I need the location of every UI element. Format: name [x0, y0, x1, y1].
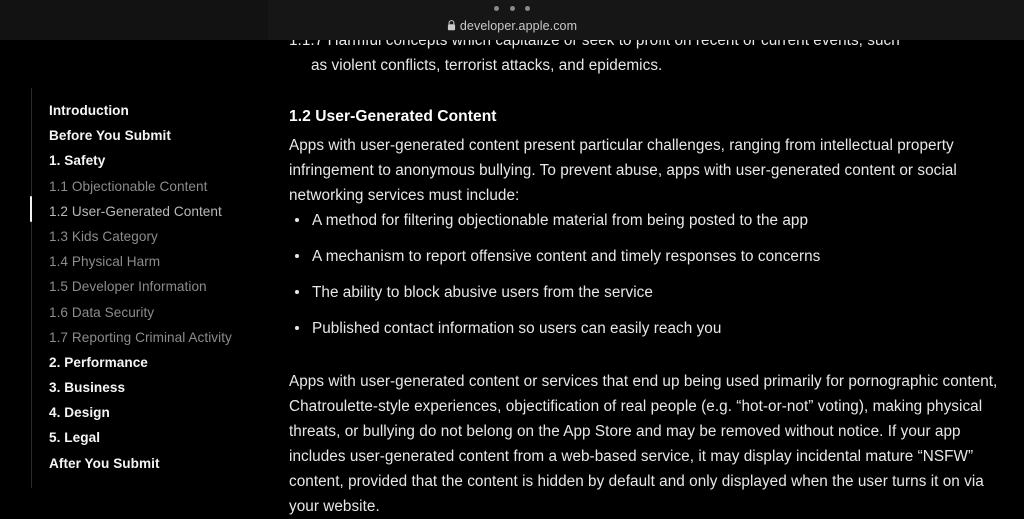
- main-content: 1.1.7 Harmful concepts which capitalize …: [289, 0, 999, 515]
- sidebar-item[interactable]: Before You Submit: [49, 123, 264, 148]
- closing-paragraph: Apps with user-generated content or serv…: [289, 373, 998, 516]
- sidebar-item[interactable]: Introduction: [49, 98, 264, 123]
- sidebar-rail: [31, 88, 32, 488]
- page-title: 1.2 User-Generated Content: [289, 107, 497, 125]
- requirements-list: A method for filtering objectionable mat…: [289, 208, 989, 352]
- list-item: A method for filtering objectionable mat…: [289, 208, 989, 233]
- window-controls[interactable]: [0, 6, 1024, 11]
- list-item: The ability to block abusive users from …: [289, 280, 989, 305]
- url-text: developer.apple.com: [459, 19, 578, 33]
- sidebar-item[interactable]: 1.7 Reporting Criminal Activity: [49, 325, 264, 350]
- sidebar-active-indicator: [30, 196, 32, 222]
- sidebar-item[interactable]: 1.1 Objectionable Content: [49, 174, 264, 199]
- clipped-line-2: as violent conflicts, terrorist attacks,…: [311, 57, 663, 74]
- list-item-label: A method for filtering objectionable mat…: [312, 212, 809, 229]
- sidebar-item[interactable]: 2. Performance: [49, 350, 264, 375]
- intro-paragraph: Apps with user-generated content present…: [289, 137, 957, 205]
- sidebar-item-list: Introduction Before You Submit 1. Safety 1.…: [49, 98, 264, 476]
- list-item-label: A mechanism to report offensive content …: [312, 248, 821, 265]
- sidebar-item[interactable]: 1.3 Kids Category: [49, 224, 264, 249]
- list-item-label: Published contact information so users c…: [312, 320, 722, 337]
- sidebar-navigation: Introduction Before You Submit 1. Safety 1.…: [0, 0, 268, 500]
- sidebar-item[interactable]: 1.6 Data Security: [49, 300, 264, 325]
- sidebar-item[interactable]: 4. Design: [49, 400, 264, 425]
- webpage: Introduction Before You Submit 1. Safety 1.…: [0, 0, 1024, 515]
- sidebar-item[interactable]: 1.2 User-Generated Content: [49, 199, 264, 224]
- list-item-label: The ability to block abusive users from …: [312, 284, 653, 301]
- sidebar-item[interactable]: 5. Legal: [49, 425, 264, 450]
- sidebar-item[interactable]: 1.4 Physical Harm: [49, 249, 264, 274]
- window-dot-icon[interactable]: [524, 6, 530, 11]
- bullet-icon: [295, 290, 299, 294]
- browser-chrome: developer.apple.com: [0, 0, 1024, 40]
- window-dot-icon[interactable]: [509, 6, 515, 11]
- sidebar-item[interactable]: 3. Business: [49, 375, 264, 400]
- list-item: A mechanism to report offensive content …: [289, 244, 989, 269]
- bullet-icon: [295, 326, 299, 330]
- sidebar-item[interactable]: 1.5 Developer Information: [49, 274, 264, 299]
- list-item: Published contact information so users c…: [289, 316, 989, 341]
- window-dot-icon[interactable]: [494, 6, 500, 11]
- address-bar[interactable]: developer.apple.com: [0, 19, 1024, 34]
- bullet-icon: [295, 254, 299, 258]
- sidebar-item[interactable]: 1. Safety: [49, 148, 264, 173]
- lock-icon: [447, 20, 456, 34]
- sidebar-item[interactable]: After You Submit: [49, 451, 264, 476]
- bullet-icon: [295, 218, 299, 222]
